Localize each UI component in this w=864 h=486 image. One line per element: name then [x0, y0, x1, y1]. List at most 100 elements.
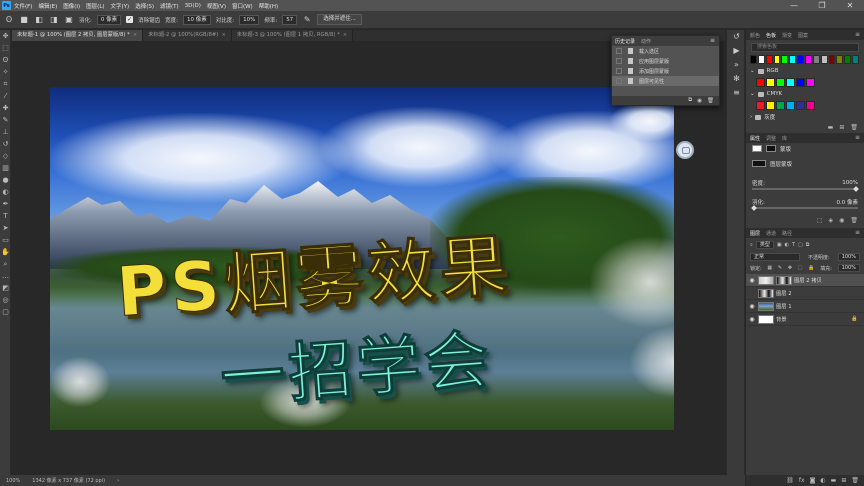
history-icon[interactable]: ↺	[727, 30, 746, 44]
layer-name[interactable]: 图层 2	[776, 289, 792, 297]
panel-menu-icon[interactable]: ≡	[855, 228, 860, 238]
close-icon[interactable]: ×	[221, 32, 225, 38]
blur-tool-icon[interactable]: ●	[0, 174, 11, 186]
layer-filter-select[interactable]: 类型	[755, 241, 774, 249]
layer-mask-thumbnail[interactable]	[776, 275, 792, 285]
color-swatch[interactable]	[844, 55, 852, 64]
lock-paint-icon[interactable]: ✎	[778, 265, 782, 271]
color-swatch[interactable]	[773, 55, 781, 64]
filter-type-icon[interactable]: T	[792, 242, 795, 248]
color-swatch[interactable]	[806, 78, 815, 87]
trash-icon[interactable]: 🗑	[707, 98, 714, 104]
tab-document-3[interactable]: 未标题-3 @ 100% (图层 1 拷贝, RGB/8) * ×	[231, 30, 354, 41]
stamp-tool-icon[interactable]: ⊥	[0, 126, 11, 138]
color-swatch[interactable]	[776, 101, 785, 110]
color-swatch[interactable]	[796, 78, 805, 87]
eye-icon[interactable]: ◉	[746, 303, 758, 310]
more-tools-icon[interactable]: …	[0, 270, 11, 282]
fill-input[interactable]: 100%	[837, 264, 860, 272]
color-swatch[interactable]	[786, 101, 795, 110]
tab-properties[interactable]: 属性	[750, 135, 760, 142]
color-swatch[interactable]	[828, 55, 836, 64]
menu-view[interactable]: 视图(V)	[207, 2, 226, 10]
visibility-icon[interactable]: ◉	[839, 217, 844, 224]
history-item[interactable]: 应用图层蒙版	[612, 56, 719, 66]
eraser-tool-icon[interactable]: ◇	[0, 150, 11, 162]
tab-libraries[interactable]: 库	[782, 135, 787, 142]
quick-select-tool-icon[interactable]: ✧	[0, 66, 11, 78]
apply-mask-icon[interactable]: ◈	[829, 217, 834, 224]
layer-name[interactable]: 图层 2 拷贝	[794, 276, 822, 284]
tab-history[interactable]: 历史记录	[615, 38, 635, 45]
lock-artboard-icon[interactable]: ⬚	[798, 265, 803, 271]
eye-icon[interactable]: ◉	[746, 277, 758, 284]
filter-shape-icon[interactable]: ▢	[798, 242, 803, 248]
dodge-tool-icon[interactable]: ◐	[0, 186, 11, 198]
contrast-input[interactable]: 10%	[239, 14, 260, 25]
color-swatch[interactable]	[797, 55, 805, 64]
new-group-icon[interactable]: ▬	[831, 477, 837, 484]
feather-slider[interactable]	[751, 205, 858, 211]
add-mask-icon[interactable]: ◙	[810, 477, 816, 484]
path-select-tool-icon[interactable]: ➤	[0, 222, 11, 234]
menu-filter[interactable]: 滤镜(T)	[160, 2, 179, 10]
trash-icon[interactable]: 🗑	[850, 217, 858, 224]
crop-tool-icon[interactable]: ⌗	[0, 78, 11, 90]
tab-actions[interactable]: 动作	[641, 38, 651, 45]
feather-input[interactable]: 0 像素	[96, 14, 122, 25]
menu-layer[interactable]: 图层(L)	[86, 2, 104, 10]
filter-adjust-icon[interactable]: ◐	[785, 242, 789, 248]
tab-layers[interactable]: 图层	[750, 230, 760, 237]
layer-name[interactable]: 图层 1	[776, 302, 792, 310]
antialias-checkbox[interactable]: ✓	[126, 16, 134, 23]
color-swatch[interactable]	[789, 55, 797, 64]
gradient-tool-icon[interactable]: ▥	[0, 162, 11, 174]
menu-select[interactable]: 选择(S)	[135, 2, 154, 10]
panel-menu-icon[interactable]: ≡	[710, 37, 715, 44]
brush-settings-icon[interactable]: ✻	[727, 72, 746, 86]
layer-row[interactable]: ◉ 背景 🔒	[746, 313, 864, 326]
trash-icon[interactable]: 🗑	[850, 124, 858, 131]
history-item[interactable]: 载入选区	[612, 46, 719, 56]
chevron-right-icon[interactable]: ›	[117, 478, 119, 484]
tab-patterns[interactable]: 图案	[798, 32, 808, 39]
add-selection-icon[interactable]: ◧	[34, 15, 44, 25]
density-slider[interactable]	[752, 186, 859, 192]
color-swatch[interactable]	[836, 55, 844, 64]
new-selection-icon[interactable]: ■	[19, 15, 29, 25]
snapshot-source-icon[interactable]	[616, 58, 622, 64]
pixel-mask-icon[interactable]	[752, 145, 762, 152]
tab-document-1[interactable]: 未标题-1 @ 100% (图层 2 拷贝, 图层蒙版/8) * ×	[12, 30, 144, 41]
color-swatch[interactable]	[852, 55, 860, 64]
menu-file[interactable]: 文件(F)	[14, 2, 32, 10]
width-input[interactable]: 10 像素	[182, 14, 211, 25]
select-and-mask-button[interactable]: 选择并遮住...	[317, 14, 362, 25]
move-tool-icon[interactable]: ✥	[0, 30, 11, 42]
swatch-group-rgb[interactable]: ⌄ RGB	[746, 66, 864, 76]
lasso-tool-icon[interactable]: ʘ	[0, 54, 11, 66]
overlay-badge-icon[interactable]	[676, 141, 694, 159]
history-brush-icon[interactable]: ↺	[0, 138, 11, 150]
menu-edit[interactable]: 编辑(E)	[38, 2, 57, 10]
trash-icon[interactable]: 🗑	[851, 477, 859, 484]
intersect-selection-icon[interactable]: ▣	[64, 15, 74, 25]
layer-name[interactable]: 背景	[776, 315, 787, 323]
pen-pressure-icon[interactable]: ✎	[302, 15, 312, 25]
camera-icon[interactable]: ◉	[697, 98, 702, 104]
opacity-input[interactable]: 100%	[837, 253, 860, 261]
type-tool-icon[interactable]: T	[0, 210, 11, 222]
adjust-icon[interactable]: ≡	[727, 86, 746, 100]
color-swatch[interactable]	[805, 55, 812, 64]
frequency-input[interactable]: 57	[282, 14, 298, 25]
panel-menu-icon[interactable]: ≡	[855, 133, 860, 143]
panel-menu-icon[interactable]: ≡	[855, 30, 860, 40]
tab-channels[interactable]: 通道	[766, 230, 776, 237]
history-item-selected[interactable]: 图层可见性	[612, 76, 719, 86]
snapshot-source-icon[interactable]	[616, 78, 622, 84]
screen-mode-icon[interactable]: ▢	[0, 306, 11, 318]
blend-mode-select[interactable]: 正常	[750, 253, 800, 261]
rectangle-tool-icon[interactable]: ▭	[0, 234, 11, 246]
color-swatch[interactable]	[766, 101, 775, 110]
slider-handle[interactable]	[751, 205, 757, 211]
healing-tool-icon[interactable]: ✚	[0, 102, 11, 114]
